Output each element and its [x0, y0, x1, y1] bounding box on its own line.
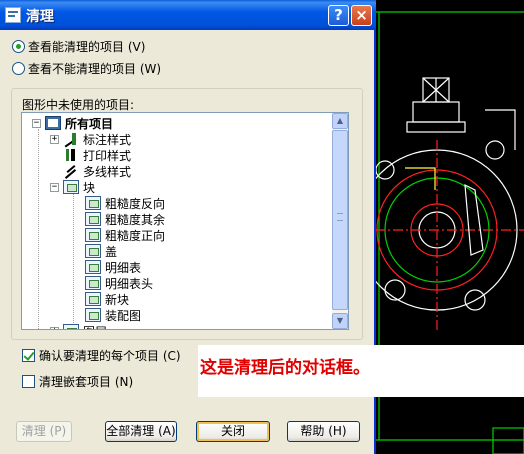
plot-style-icon: [63, 148, 79, 162]
layer-icon: [63, 324, 79, 329]
collapse-icon[interactable]: −: [32, 118, 41, 128]
tree-guide-line: [73, 193, 74, 329]
app-icon: [5, 7, 21, 23]
tree-node-block[interactable]: 盖: [85, 243, 117, 259]
tree-node-layers[interactable]: + 图层: [50, 323, 107, 330]
block-icon: [85, 196, 101, 210]
purge-nested-label: 清理嵌套项目 (N): [39, 374, 134, 389]
block-icon: [63, 180, 79, 194]
confirm-each-item-option[interactable]: 确认要清理的每个项目 (C): [22, 347, 181, 363]
tree-node-label: 粗糙度其余: [105, 212, 166, 227]
tree-node-label: 新块: [105, 292, 130, 307]
tree-node-blocks[interactable]: − 块: [50, 179, 95, 195]
view-purgeable-option[interactable]: 查看能清理的项目 (V): [12, 38, 145, 54]
radio-selected-icon[interactable]: [12, 39, 25, 53]
tree-root-label: 所有项目: [65, 116, 114, 131]
titlebar-close-button[interactable]: ×: [351, 5, 372, 26]
tree-scrollbar[interactable]: ▲ ▼: [332, 113, 348, 329]
tree-node-multiline-styles[interactable]: 多线样式: [63, 163, 131, 179]
tree-node-block[interactable]: 明细表: [85, 259, 141, 275]
dimension-style-icon: [63, 132, 79, 146]
tree-node-label: 图层: [83, 323, 107, 330]
tree-node-block[interactable]: 粗糙度其余: [85, 211, 165, 227]
confirm-each-item-label: 确认要清理的每个项目 (C): [39, 348, 181, 363]
block-icon: [85, 276, 101, 290]
unused-items-group-label: 图形中未使用的项目:: [20, 96, 137, 113]
expand-icon[interactable]: +: [50, 326, 59, 329]
purge-all-button[interactable]: 全部清理 (A): [105, 421, 177, 442]
tree-node-dimension-styles[interactable]: + 标注样式: [50, 131, 131, 147]
tree-node-label: 粗糙度正向: [105, 228, 166, 243]
tree-node-plot-styles[interactable]: 打印样式: [63, 147, 131, 163]
multiline-style-icon: [63, 164, 79, 178]
scrollbar-thumb[interactable]: [332, 130, 348, 310]
tree-guide-line: [38, 129, 39, 329]
checkbox-checked-icon[interactable]: [22, 348, 35, 362]
tree-root-node[interactable]: − 所有项目: [32, 115, 113, 131]
purge-nested-option[interactable]: 清理嵌套项目 (N): [22, 373, 133, 389]
tree-node-label: 明细表头: [105, 276, 154, 291]
all-items-icon: [45, 116, 61, 130]
view-nonpurgeable-option[interactable]: 查看不能清理的项目 (W): [12, 60, 161, 76]
window-title: 清理: [26, 9, 54, 25]
tree-node-label: 多线样式: [83, 164, 132, 179]
tree-node-label: 粗糙度反向: [105, 196, 166, 211]
tree-node-label: 块: [83, 180, 96, 195]
titlebar-help-button[interactable]: ?: [328, 5, 349, 26]
block-icon: [85, 228, 101, 242]
tree-node-block[interactable]: 粗糙度正向: [85, 227, 165, 243]
view-nonpurgeable-label: 查看不能清理的项目 (W): [28, 61, 162, 76]
scroll-up-arrow-icon[interactable]: ▲: [332, 113, 348, 129]
annotation-text: 这是清理后的对话框。: [200, 358, 370, 378]
tree-node-block[interactable]: 粗糙度反向: [85, 195, 165, 211]
expand-icon[interactable]: +: [50, 134, 59, 144]
block-icon: [85, 260, 101, 274]
tree-node-label: 打印样式: [83, 148, 132, 163]
block-icon: [85, 292, 101, 306]
close-button[interactable]: 关闭: [196, 421, 270, 442]
view-purgeable-label: 查看能清理的项目 (V): [28, 39, 146, 54]
tree-node-label: 标注样式: [83, 132, 132, 147]
tree-node-block[interactable]: 新块: [85, 291, 129, 307]
tree-node-label: 装配图: [105, 308, 142, 323]
tree-node-block[interactable]: 装配图: [85, 307, 141, 323]
scrollbar-grip-icon: [337, 213, 343, 221]
tree-node-label: 明细表: [105, 260, 142, 275]
block-icon: [85, 244, 101, 258]
purge-button[interactable]: 清理 (P): [16, 421, 72, 442]
title-bar[interactable]: 清理 ? ×: [0, 0, 376, 30]
block-icon: [85, 212, 101, 226]
collapse-icon[interactable]: −: [50, 182, 59, 192]
tree-node-label: 盖: [105, 244, 118, 259]
tree-node-block[interactable]: 明细表头: [85, 275, 153, 291]
block-icon: [85, 308, 101, 322]
items-tree[interactable]: − 所有项目 + 标注样式 打印样式 多线样式 − 块 粗糙度反向 粗糙度其余 …: [21, 112, 349, 330]
scroll-down-arrow-icon[interactable]: ▼: [332, 313, 348, 329]
help-button[interactable]: 帮助 (H): [287, 421, 360, 442]
radio-unselected-icon[interactable]: [12, 61, 25, 75]
checkbox-unchecked-icon[interactable]: [22, 374, 35, 388]
